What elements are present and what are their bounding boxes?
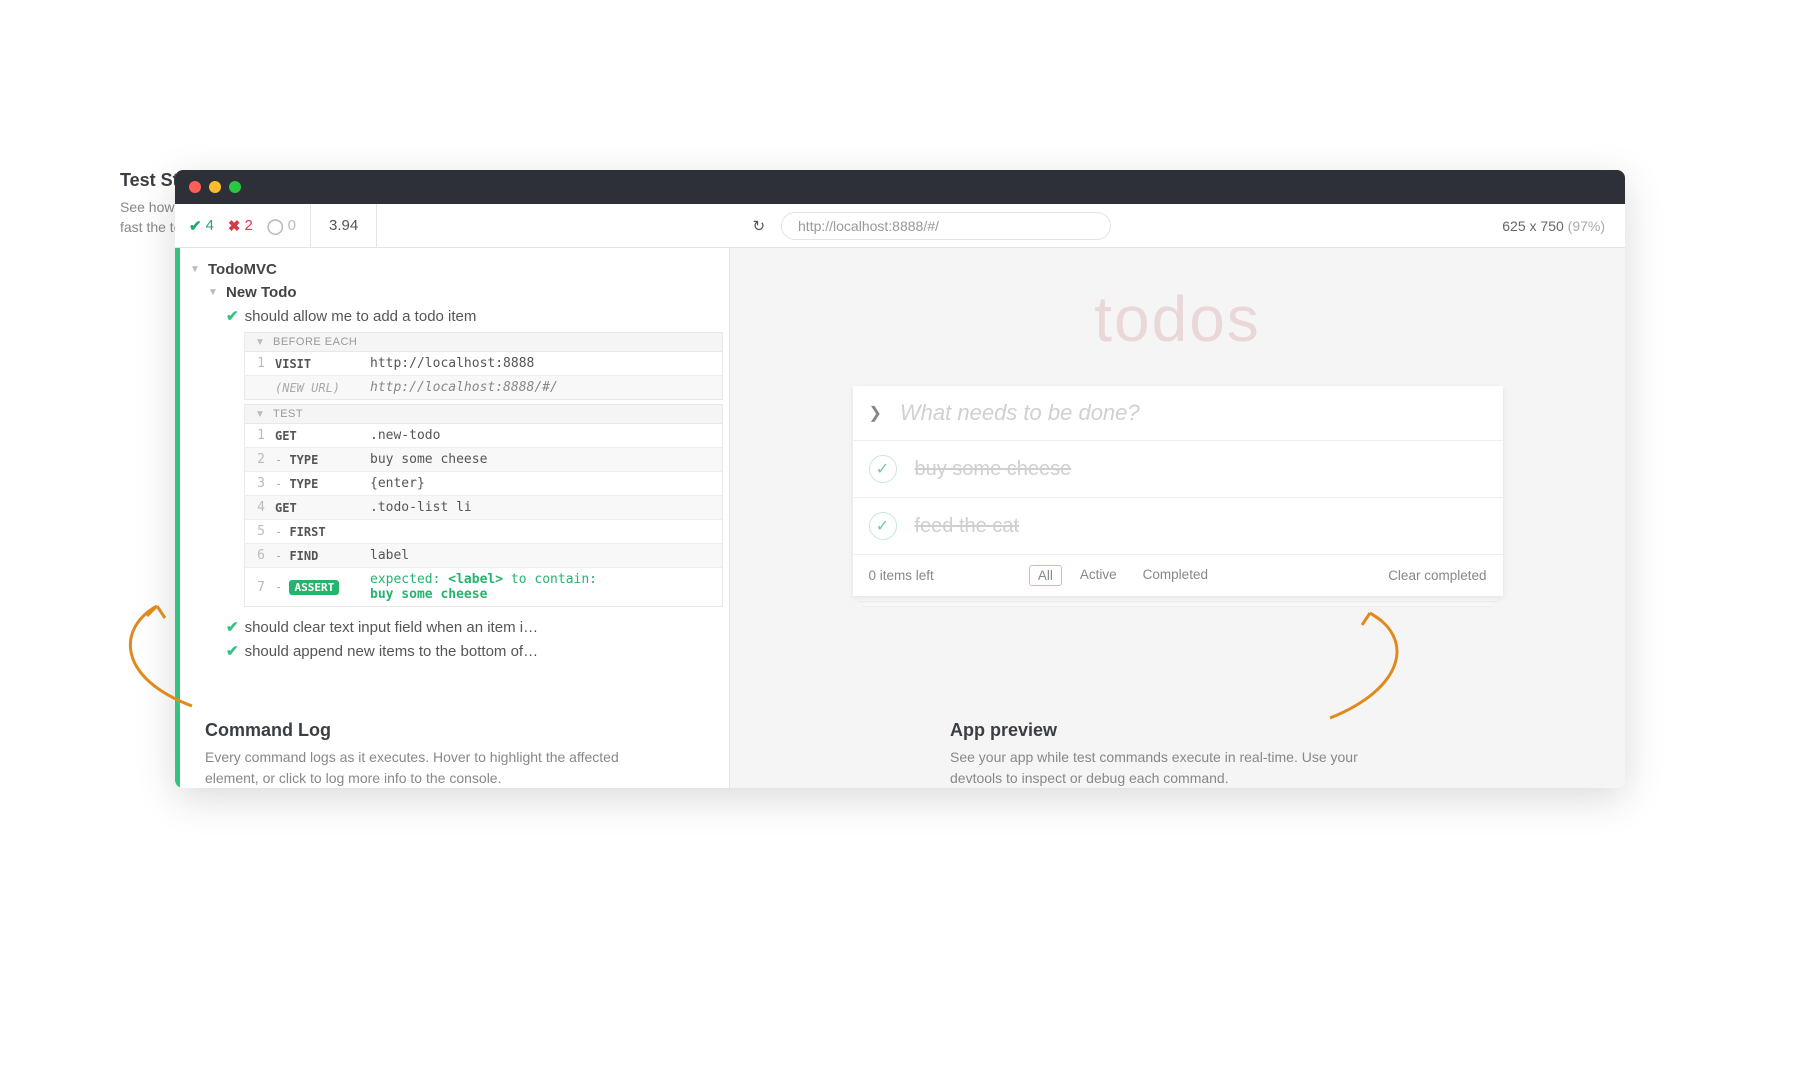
reload-button[interactable]: ↻ [736, 217, 781, 235]
line-number: 1 [245, 424, 271, 447]
todo-footer: 0 items left All Active Completed Clear … [853, 555, 1503, 596]
check-icon: ✔ [226, 642, 239, 660]
command-value: buy some cheese [366, 448, 722, 471]
callout-title: Command Log [205, 720, 675, 741]
test-row[interactable]: ✔ should clear text input field when an … [190, 615, 723, 639]
callout-desc: Every command logs as it executes. Hover… [205, 747, 675, 788]
command-name: GET [271, 497, 366, 519]
line-number: 1 [245, 352, 271, 375]
command-log-panel: ▼ TodoMVC ▼ New Todo ✔ should allow me t… [175, 248, 730, 788]
items-left-label: 0 items left [869, 568, 934, 583]
test-row[interactable]: ✔ should append new items to the bottom … [190, 639, 723, 663]
chevron-down-icon[interactable]: ❯ [869, 403, 882, 423]
window-maximize-button[interactable] [229, 181, 241, 193]
new-todo-input[interactable]: What needs to be done? [900, 400, 1140, 426]
context-row[interactable]: ▼ New Todo [190, 281, 723, 304]
window-titlebar [175, 170, 1625, 204]
command-name: FIRST [271, 521, 366, 543]
callout-app-preview: App preview See your app while test comm… [950, 720, 1400, 788]
caret-down-icon: ▼ [190, 264, 202, 275]
test-status-bar: ✔4 ✖2 ◯0 3.94 ↻ http://localhost:8888/#/… [175, 204, 1625, 248]
todo-app: ❯ What needs to be done? ✓ buy some chees… [853, 386, 1503, 596]
todo-toggle[interactable]: ✓ [869, 455, 897, 483]
todo-item[interactable]: ✓ feed the cat [853, 498, 1503, 555]
command-value: .new-todo [366, 424, 722, 447]
command-value: .todo-list li [366, 496, 722, 519]
command-name: ASSERT [271, 576, 366, 598]
line-number: 2 [245, 448, 271, 471]
circle-icon: ◯ [267, 217, 284, 235]
todo-toggle[interactable]: ✓ [869, 512, 897, 540]
window-close-button[interactable] [189, 181, 201, 193]
check-icon: ✓ [876, 459, 889, 479]
command-row[interactable]: (NEW URL)http://localhost:8888/#/ [245, 376, 722, 399]
url-preview-input[interactable]: http://localhost:8888/#/ [781, 212, 1111, 240]
reload-icon: ↻ [752, 218, 765, 235]
failed-count[interactable]: ✖2 [228, 217, 253, 235]
line-number: 6 [245, 544, 271, 567]
command-row[interactable]: 6FINDlabel [245, 544, 722, 568]
pending-count[interactable]: ◯0 [267, 217, 296, 235]
command-name: TYPE [271, 473, 366, 495]
command-value: label [366, 544, 722, 567]
section-header[interactable]: ▼ BEFORE EACH [244, 332, 723, 351]
app-heading: todos [1094, 282, 1261, 356]
filter-active[interactable]: Active [1072, 565, 1125, 586]
command-name: FIND [271, 545, 366, 567]
clear-completed-button[interactable]: Clear completed [1388, 568, 1486, 583]
callout-command-log: Command Log Every command logs as it exe… [205, 720, 675, 788]
filter-all[interactable]: All [1029, 565, 1062, 586]
command-row[interactable]: 2TYPEbuy some cheese [245, 448, 722, 472]
todo-item[interactable]: ✓ buy some cheese [853, 441, 1503, 498]
callout-desc: See your app while test commands execute… [950, 747, 1400, 788]
check-icon: ✓ [876, 516, 889, 536]
command-name: VISIT [271, 353, 366, 375]
caret-down-icon: ▼ [255, 409, 267, 420]
command-name: TYPE [271, 449, 366, 471]
line-number: 4 [245, 496, 271, 519]
viewport-size-display[interactable]: 625 x 750 (97%) [1482, 218, 1625, 234]
section-header[interactable]: ▼ TEST [244, 404, 723, 423]
command-value: {enter} [366, 472, 722, 495]
test-duration: 3.94 [311, 204, 377, 247]
check-icon: ✔ [189, 217, 202, 235]
command-value [366, 528, 722, 536]
test-counts: ✔4 ✖2 ◯0 [175, 204, 311, 247]
before-each-section: ▼ BEFORE EACH 1VISIThttp://localhost:888… [244, 332, 723, 400]
command-row[interactable]: 5FIRST [245, 520, 722, 544]
todo-label: buy some cheese [915, 458, 1072, 481]
test-row[interactable]: ✔ should allow me to add a todo item [190, 304, 723, 328]
filter-completed[interactable]: Completed [1135, 565, 1216, 586]
command-row[interactable]: 1VISIThttp://localhost:8888 [245, 352, 722, 376]
test-runner-window: ✔4 ✖2 ◯0 3.94 ↻ http://localhost:8888/#/… [175, 170, 1625, 788]
line-number: 3 [245, 472, 271, 495]
app-preview-panel: todos ❯ What needs to be done? ✓ buy some… [730, 248, 1625, 788]
command-name: GET [271, 425, 366, 447]
assert-badge: ASSERT [289, 580, 339, 595]
x-icon: ✖ [228, 217, 241, 235]
test-section: ▼ TEST 1GET.new-todo2TYPEbuy some cheese… [244, 404, 723, 607]
command-value: http://localhost:8888/#/ [366, 376, 722, 399]
line-number: 7 [245, 576, 271, 599]
check-icon: ✔ [226, 618, 239, 636]
command-value: expected: <label> to contain: buy some c… [366, 568, 722, 606]
command-row[interactable]: 3TYPE{enter} [245, 472, 722, 496]
command-row[interactable]: 1GET.new-todo [245, 424, 722, 448]
command-value: http://localhost:8888 [366, 352, 722, 375]
command-row[interactable]: 4GET.todo-list li [245, 496, 722, 520]
check-icon: ✔ [226, 307, 239, 325]
passed-count[interactable]: ✔4 [189, 217, 214, 235]
caret-down-icon: ▼ [208, 287, 220, 298]
caret-down-icon: ▼ [255, 337, 267, 348]
todo-label: feed the cat [915, 515, 1020, 538]
line-number: 5 [245, 520, 271, 543]
new-todo-row: ❯ What needs to be done? [853, 386, 1503, 441]
command-name: (NEW URL) [271, 377, 366, 399]
filter-group: All Active Completed [1029, 565, 1216, 586]
command-row[interactable]: 7 ASSERT expected: <label> to contain: buy… [245, 568, 722, 606]
suite-row[interactable]: ▼ TodoMVC [190, 258, 723, 281]
window-minimize-button[interactable] [209, 181, 221, 193]
line-number [245, 384, 271, 392]
callout-title: App preview [950, 720, 1400, 741]
